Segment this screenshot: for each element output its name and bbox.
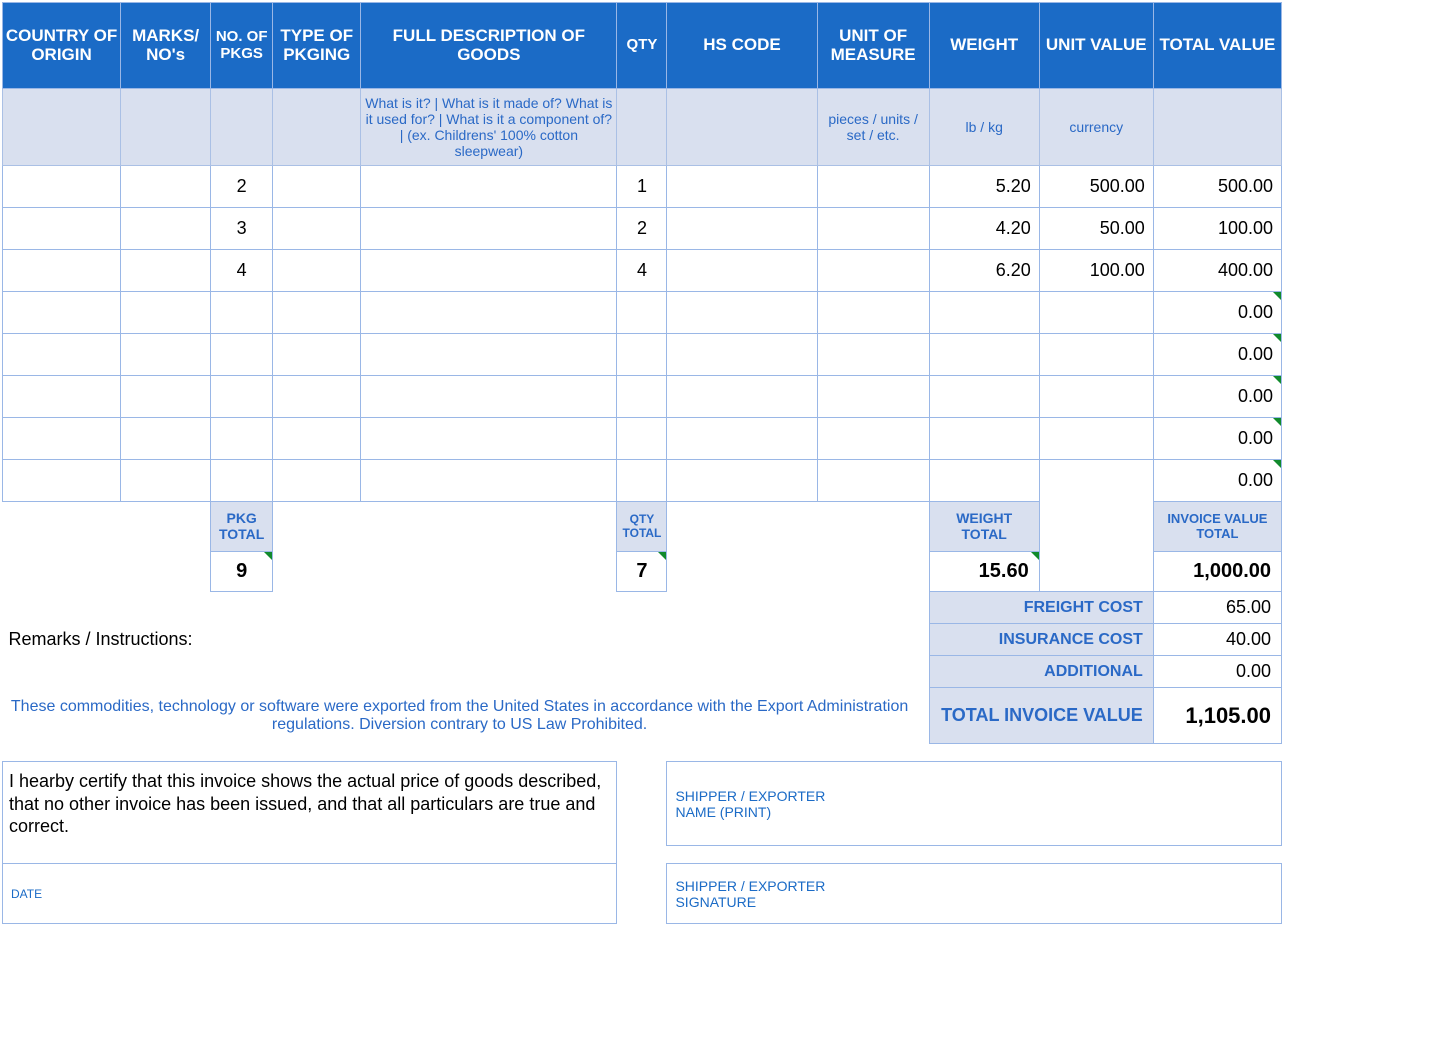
pkg-total-label: PKG TOTAL <box>211 502 273 552</box>
header-pkging: TYPE OF PKGING <box>273 3 361 89</box>
invoice-table: COUNTRY OF ORIGIN MARKS/ NO's NO. OF PKG… <box>2 2 1282 924</box>
cell-unit-value[interactable]: 50.00 <box>1039 208 1153 250</box>
header-row: COUNTRY OF ORIGIN MARKS/ NO's NO. OF PKG… <box>3 3 1282 89</box>
remarks-label[interactable]: Remarks / Instructions: <box>3 592 930 688</box>
legal-text: These commodities, technology or softwar… <box>3 688 930 744</box>
header-country: COUNTRY OF ORIGIN <box>3 3 121 89</box>
hint-unit-value: currency <box>1039 89 1153 166</box>
header-desc: FULL DESCRIPTION OF GOODS <box>361 3 617 89</box>
hint-desc: What is it? | What is it made of? What i… <box>361 89 617 166</box>
table-row: 4 4 6.20 100.00 400.00 <box>3 250 1282 292</box>
cell-unit-value[interactable]: 500.00 <box>1039 166 1153 208</box>
cell-total-value[interactable]: 0.00 <box>1153 334 1281 376</box>
cell-total-value[interactable]: 0.00 <box>1153 292 1281 334</box>
certify-text: I hearby certify that this invoice shows… <box>3 762 617 846</box>
header-marks: MARKS/ NO's <box>121 3 211 89</box>
qty-total: 7 <box>617 552 667 592</box>
cell-total-value[interactable]: 0.00 <box>1153 376 1281 418</box>
cell-pkgs[interactable]: 4 <box>211 250 273 292</box>
header-qty: QTY <box>617 3 667 89</box>
table-row: 0.00 <box>3 460 1282 502</box>
table-row: 2 1 5.20 500.00 500.00 <box>3 166 1282 208</box>
insurance-cost[interactable]: 40.00 <box>1153 624 1281 656</box>
cell-qty[interactable]: 2 <box>617 208 667 250</box>
weight-total-label: WEIGHT TOTAL <box>929 502 1039 552</box>
cell-qty[interactable]: 1 <box>617 166 667 208</box>
cell-pkgs[interactable]: 3 <box>211 208 273 250</box>
cell-total-value[interactable]: 0.00 <box>1153 460 1281 502</box>
header-weight: WEIGHT <box>929 3 1039 89</box>
table-row: 0.00 <box>3 418 1282 460</box>
freight-cost[interactable]: 65.00 <box>1153 592 1281 624</box>
cell-total-value[interactable]: 400.00 <box>1153 250 1281 292</box>
hint-uom: pieces / units / set / etc. <box>817 89 929 166</box>
date-label: DATE <box>11 887 42 901</box>
header-uom: UNIT OF MEASURE <box>817 3 929 89</box>
shipper-signature-box[interactable]: SHIPPER / EXPORTER SIGNATURE <box>667 864 1282 924</box>
shipper-sig-line2: SIGNATURE <box>675 894 1273 910</box>
shipper-name-line1: SHIPPER / EXPORTER <box>675 788 1273 804</box>
cell-pkgs[interactable]: 2 <box>211 166 273 208</box>
cell-total-value[interactable]: 100.00 <box>1153 208 1281 250</box>
shipper-name-line2: NAME (PRINT) <box>675 804 1273 820</box>
header-hs: HS CODE <box>667 3 817 89</box>
table-row: 0.00 <box>3 334 1282 376</box>
weight-total: 15.60 <box>929 552 1039 592</box>
invoice-value-total-label: INVOICE VALUE TOTAL <box>1153 502 1281 552</box>
header-unit-value: UNIT VALUE <box>1039 3 1153 89</box>
cell-weight[interactable]: 4.20 <box>929 208 1039 250</box>
cell-weight[interactable]: 5.20 <box>929 166 1039 208</box>
cell-total-value[interactable]: 0.00 <box>1153 418 1281 460</box>
shipper-name-box[interactable]: SHIPPER / EXPORTER NAME (PRINT) <box>667 762 1282 846</box>
cell-qty[interactable]: 4 <box>617 250 667 292</box>
insurance-cost-label: INSURANCE COST <box>929 624 1153 656</box>
qty-total-label: QTY TOTAL <box>617 502 667 552</box>
date-box[interactable]: DATE <box>3 864 617 924</box>
table-row: 0.00 <box>3 292 1282 334</box>
shipper-sig-line1: SHIPPER / EXPORTER <box>675 878 1273 894</box>
table-row: 0.00 <box>3 376 1282 418</box>
cell-weight[interactable]: 6.20 <box>929 250 1039 292</box>
table-row: 3 2 4.20 50.00 100.00 <box>3 208 1282 250</box>
freight-cost-label: FREIGHT COST <box>929 592 1153 624</box>
total-invoice-value: 1,105.00 <box>1153 688 1281 744</box>
additional-cost[interactable]: 0.00 <box>1153 656 1281 688</box>
pkg-total: 9 <box>211 552 273 592</box>
total-invoice-value-label: TOTAL INVOICE VALUE <box>929 688 1153 744</box>
cell-unit-value[interactable]: 100.00 <box>1039 250 1153 292</box>
additional-label: ADDITIONAL <box>929 656 1153 688</box>
hint-weight: lb / kg <box>929 89 1039 166</box>
hint-row: What is it? | What is it made of? What i… <box>3 89 1282 166</box>
invoice-value-total: 1,000.00 <box>1153 552 1281 592</box>
header-pkgs: NO. OF PKGS <box>211 3 273 89</box>
cell-total-value[interactable]: 500.00 <box>1153 166 1281 208</box>
header-total-value: TOTAL VALUE <box>1153 3 1281 89</box>
